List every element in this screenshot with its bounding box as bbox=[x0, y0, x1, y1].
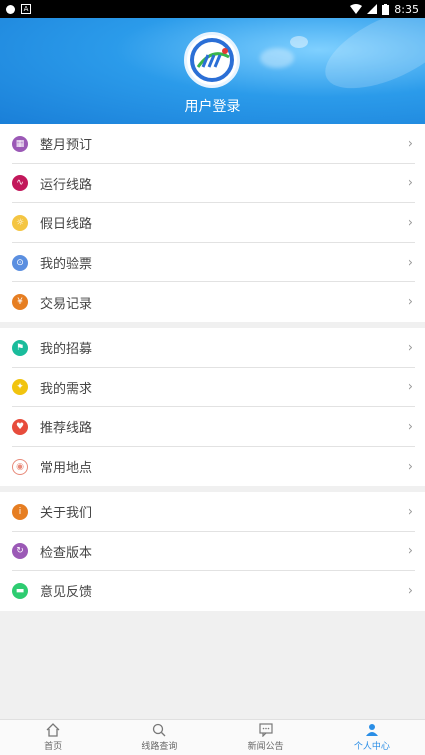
chat-icon: ▬ bbox=[12, 582, 28, 599]
bulb-icon: ✦ bbox=[12, 379, 28, 396]
chevron-right-icon: › bbox=[407, 379, 413, 395]
tab-route-search[interactable]: 线路查询 bbox=[106, 720, 212, 755]
tab-label: 首页 bbox=[44, 742, 63, 752]
tab-label: 新闻公告 bbox=[247, 742, 284, 752]
flag-icon: ⚑ bbox=[12, 339, 28, 356]
chevron-right-icon: › bbox=[407, 175, 413, 191]
menu-item-label: 我的需求 bbox=[40, 381, 93, 397]
chevron-right-icon: › bbox=[407, 543, 413, 559]
bottom-tab-bar: 首页 线路查询 新闻公告 个人中心 bbox=[0, 719, 425, 755]
menu-item-label: 运行线路 bbox=[40, 177, 93, 193]
chevron-right-icon: › bbox=[407, 215, 413, 231]
yen-icon: ¥ bbox=[12, 294, 28, 311]
signal-icon bbox=[367, 4, 378, 14]
chevron-right-icon: › bbox=[407, 459, 413, 475]
heart-icon: ♥ bbox=[12, 418, 28, 435]
tab-label: 线路查询 bbox=[141, 742, 178, 752]
chevron-right-icon: › bbox=[407, 294, 413, 310]
menu-item-label: 整月预订 bbox=[40, 138, 93, 154]
chevron-right-icon: › bbox=[407, 419, 413, 435]
battery-icon bbox=[382, 3, 390, 15]
menu-item[interactable]: ¥ 交易记录 › bbox=[0, 282, 425, 322]
chevron-right-icon: › bbox=[407, 255, 413, 271]
tab-personal-center[interactable]: 个人中心 bbox=[319, 720, 425, 755]
chevron-right-icon: › bbox=[407, 136, 413, 152]
login-link[interactable]: 用户登录 bbox=[0, 96, 425, 116]
tab-news[interactable]: 新闻公告 bbox=[213, 720, 319, 755]
menu-item[interactable]: ⚑ 我的招募 › bbox=[0, 328, 425, 368]
menu-item[interactable]: ☼ 假日线路 › bbox=[0, 203, 425, 243]
app-logo[interactable] bbox=[184, 32, 240, 88]
route-icon: ∿ bbox=[12, 175, 28, 192]
menu-item-label: 意见反馈 bbox=[40, 585, 93, 601]
tab-home[interactable]: 首页 bbox=[0, 720, 106, 755]
menu-item[interactable]: ⊙ 我的验票 › bbox=[0, 243, 425, 283]
calendar-icon: ▦ bbox=[12, 135, 28, 152]
news-icon bbox=[259, 723, 273, 737]
search-icon bbox=[153, 723, 166, 737]
menu-group-2: ⚑ 我的招募 › ✦ 我的需求 › ♥ 推荐线路 › ◉ 常用地点 › bbox=[0, 328, 425, 487]
menu-item[interactable]: ▦ 整月预订 › bbox=[0, 124, 425, 164]
ticket-icon: ⊙ bbox=[12, 254, 28, 271]
menu-item[interactable]: ∿ 运行线路 › bbox=[0, 164, 425, 204]
user-icon bbox=[365, 724, 378, 736]
menu-item-label: 关于我们 bbox=[40, 506, 93, 522]
logo-icon bbox=[190, 38, 234, 82]
info-icon: i bbox=[12, 503, 28, 520]
menu-item-label: 假日线路 bbox=[40, 217, 93, 233]
chevron-right-icon: › bbox=[407, 583, 413, 599]
status-bar: A 8:35 bbox=[0, 0, 425, 18]
notification-dot-icon bbox=[6, 4, 15, 14]
tab-label: 个人中心 bbox=[353, 742, 390, 752]
menu-item[interactable]: ◉ 常用地点 › bbox=[0, 447, 425, 487]
status-time: 8:35 bbox=[394, 2, 419, 16]
refresh-icon: ↻ bbox=[12, 543, 28, 560]
menu-group-3: i 关于我们 › ↻ 检查版本 › ▬ 意见反馈 › bbox=[0, 492, 425, 611]
menu-item-label: 交易记录 bbox=[40, 296, 93, 312]
profile-header: 用户登录 bbox=[0, 18, 425, 124]
chevron-right-icon: › bbox=[407, 340, 413, 356]
wifi-icon bbox=[350, 4, 363, 14]
menu-item[interactable]: ✦ 我的需求 › bbox=[0, 368, 425, 408]
home-icon bbox=[46, 723, 60, 737]
location-icon: ◉ bbox=[12, 458, 28, 475]
holiday-icon: ☼ bbox=[12, 214, 28, 231]
menu-item-label: 推荐线路 bbox=[40, 421, 93, 437]
menu-item[interactable]: ↻ 检查版本 › bbox=[0, 532, 425, 572]
menu-item-label: 我的招募 bbox=[40, 342, 93, 358]
menu-group-1: ▦ 整月预订 › ∿ 运行线路 › ☼ 假日线路 › ⊙ 我的验票 › ¥ 交易记录 › bbox=[0, 124, 425, 322]
menu-item-label: 常用地点 bbox=[40, 461, 93, 477]
menu-item-label: 我的验票 bbox=[40, 257, 93, 273]
menu-item[interactable]: ▬ 意见反馈 › bbox=[0, 571, 425, 611]
menu-item[interactable]: i 关于我们 › bbox=[0, 492, 425, 532]
app-notification-icon: A bbox=[21, 4, 31, 14]
menu-item[interactable]: ♥ 推荐线路 › bbox=[0, 407, 425, 447]
chevron-right-icon: › bbox=[407, 504, 413, 520]
menu-item-label: 检查版本 bbox=[40, 545, 93, 561]
